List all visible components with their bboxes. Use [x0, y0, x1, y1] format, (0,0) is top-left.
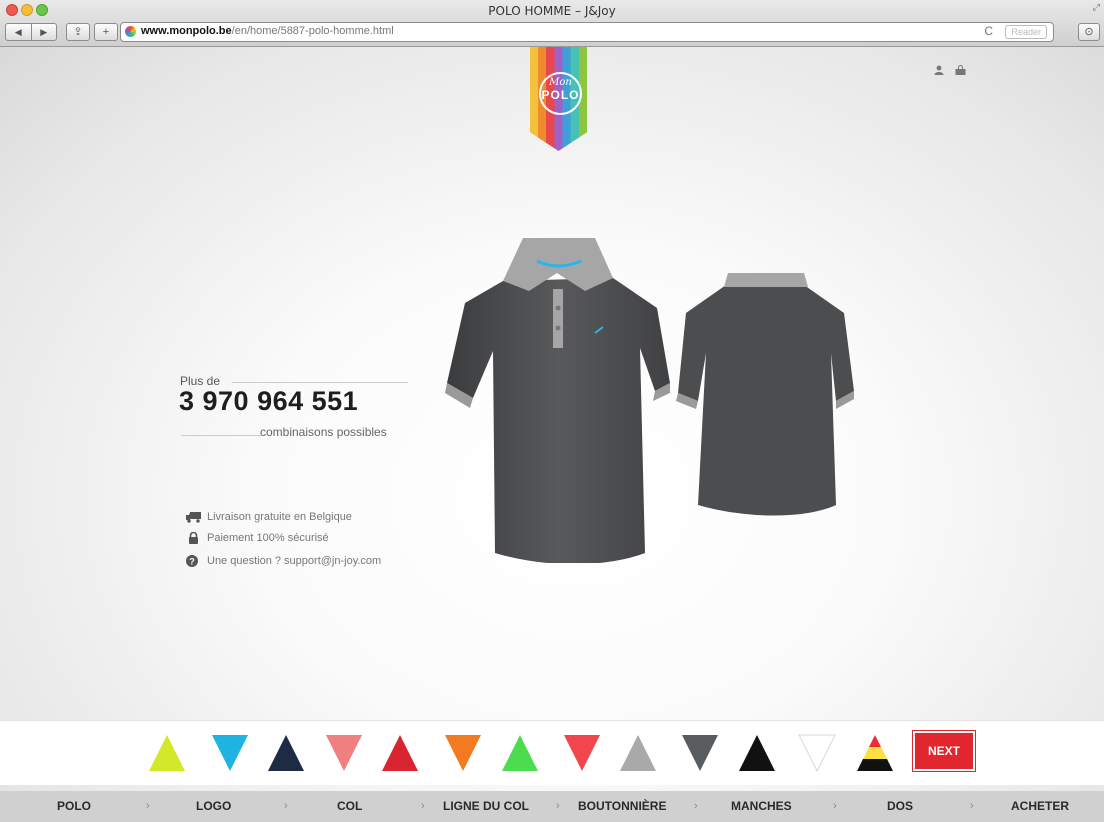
divider [181, 435, 261, 436]
swatch-belgium[interactable] [855, 733, 895, 773]
step-separator: › [421, 800, 425, 812]
step-separator: › [284, 800, 288, 812]
swatch-grey[interactable] [618, 733, 658, 773]
fullscreen-icon[interactable]: ⤢ [1093, 2, 1100, 13]
step-acheter[interactable]: ACHETER [1011, 799, 1069, 813]
swatch-lime[interactable] [147, 733, 187, 773]
forward-button[interactable]: ▶ [32, 24, 57, 40]
step-polo[interactable]: POLO [57, 799, 91, 813]
swatch-black[interactable] [737, 733, 777, 773]
step-separator: › [833, 800, 837, 812]
polo-back-image [676, 273, 854, 516]
page-content: Mon POLO Plus de 3 970 964 551 combinais… [0, 47, 1104, 822]
swatch-red[interactable] [380, 733, 420, 773]
step-ligne-du-col[interactable]: LIGNE DU COL [443, 799, 529, 813]
info-support: ? Une question ? support@jn-joy.com [186, 555, 381, 567]
combinations-label: combinaisons possibles [260, 425, 387, 439]
url-path: /en/home/5887-polo-homme.html [231, 25, 394, 37]
step-separator: › [970, 800, 974, 812]
polo-front-image [445, 238, 670, 563]
next-button[interactable]: NEXT [912, 730, 976, 772]
swatch-coral[interactable] [562, 733, 602, 773]
info-delivery: Livraison gratuite en Belgique [186, 511, 352, 523]
logo-mon-text: Mon [549, 77, 572, 88]
swatch-charcoal[interactable] [680, 733, 720, 773]
history-nav: ◀ ▶ [5, 23, 57, 41]
swatch-orange[interactable] [443, 733, 483, 773]
info-payment-text: Paiement 100% sécurisé [207, 532, 329, 544]
step-manches[interactable]: MANCHES [731, 799, 792, 813]
user-icon[interactable] [934, 65, 944, 75]
reader-button[interactable]: Reader [1005, 25, 1047, 39]
info-support-text[interactable]: Une question ? support@jn-joy.com [207, 555, 381, 567]
url-domain: www.monpolo.be [141, 25, 232, 37]
color-swatch-strip: NEXT [0, 720, 1104, 785]
question-icon: ? [186, 555, 198, 567]
swatch-white[interactable] [797, 733, 837, 773]
url-text[interactable]: www.monpolo.be/en/home/5887-polo-homme.h… [141, 25, 394, 37]
monpolo-logo[interactable]: Mon POLO [530, 47, 587, 151]
shopping-bag-icon[interactable] [955, 65, 966, 75]
downloads-button[interactable]: ⊙ [1078, 23, 1100, 41]
swatch-green[interactable] [500, 733, 540, 773]
window-title: POLO HOMME – J&Joy [488, 4, 616, 18]
swatch-pink[interactable] [324, 733, 364, 773]
add-bookmark-button[interactable]: + [94, 23, 118, 41]
reload-icon[interactable]: C [984, 24, 993, 38]
site-favicon-icon [125, 26, 136, 37]
lock-icon [189, 532, 198, 544]
swatch-cyan[interactable] [210, 733, 250, 773]
combination-count: 3 970 964 551 [179, 386, 359, 416]
step-col[interactable]: COL [337, 799, 362, 813]
share-button[interactable]: ⇪ [66, 23, 90, 41]
browser-chrome: POLO HOMME – J&Joy ⤢ ◀ ▶ ⇪ + www.monpolo… [0, 0, 1104, 47]
back-button[interactable]: ◀ [6, 24, 32, 40]
truck-icon [186, 512, 201, 523]
address-bar[interactable]: www.monpolo.be/en/home/5887-polo-homme.h… [120, 22, 1054, 42]
logo-badge: Mon POLO [539, 72, 582, 115]
step-dos[interactable]: DOS [887, 799, 913, 813]
steps-navigation: POLO › LOGO › COL › LIGNE DU COL › BOUTO… [0, 791, 1104, 822]
divider [232, 382, 408, 383]
step-separator: › [146, 800, 150, 812]
info-payment: Paiement 100% sécurisé [186, 532, 329, 544]
swatch-navy[interactable] [266, 733, 306, 773]
info-delivery-text: Livraison gratuite en Belgique [207, 511, 352, 523]
step-boutonniere[interactable]: BOUTONNIÈRE [578, 799, 666, 813]
logo-polo-text: POLO [541, 88, 580, 102]
step-separator: › [556, 800, 560, 812]
step-separator: › [694, 800, 698, 812]
svg-text:?: ? [189, 557, 195, 567]
step-logo[interactable]: LOGO [196, 799, 231, 813]
